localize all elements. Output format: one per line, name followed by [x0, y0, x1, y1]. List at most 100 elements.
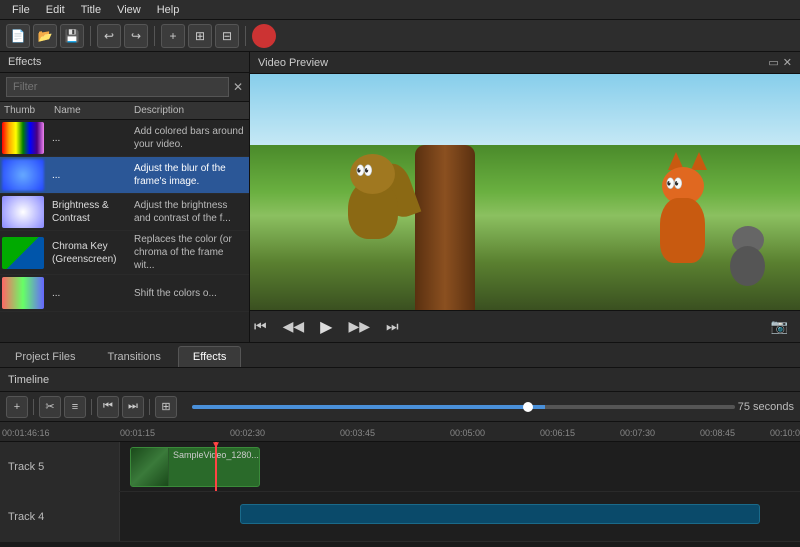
effect-desc-color: Shift the colors o...	[130, 285, 249, 302]
menu-edit[interactable]: Edit	[38, 2, 73, 18]
zoom-slider[interactable]	[192, 405, 735, 409]
filter-box: ✕	[0, 73, 249, 102]
menu-title[interactable]: Title	[73, 2, 109, 18]
ruler-00730: 00:07:30	[620, 428, 655, 438]
col-thumb: Thumb	[4, 105, 54, 116]
preview-header-icons: ▭ ✕	[768, 56, 792, 69]
track-5-content: SampleVideo_1280...	[120, 442, 800, 491]
track-4-content	[120, 492, 800, 541]
tab-effects[interactable]: Effects	[178, 346, 241, 367]
preview-controls: ⏮ ◀◀ ▶ ▶▶ ⏭ 📷	[250, 310, 800, 342]
menu-file[interactable]: File	[4, 2, 38, 18]
scene-sky	[250, 74, 800, 145]
scene-raccoon	[723, 226, 773, 286]
next-frame-button[interactable]: ▶▶	[344, 316, 374, 337]
play-button[interactable]: ▶	[316, 315, 336, 339]
clip-sample-video[interactable]: SampleVideo_1280...	[130, 447, 260, 487]
effect-desc-bars: Add colored bars around your video.	[130, 123, 249, 153]
ruler-00615: 00:06:15	[540, 428, 575, 438]
clip-audio[interactable]	[240, 504, 760, 524]
menu-view[interactable]: View	[109, 2, 149, 18]
tracks-area: Track 5 SampleVideo_1280... Track 4	[0, 442, 800, 542]
preview-video: 👀 👀	[250, 74, 800, 310]
ruler-00115: 00:01:15	[120, 428, 155, 438]
ruler-00345: 00:03:45	[340, 428, 375, 438]
effect-name-blur: ...	[50, 167, 130, 184]
effect-name-chroma: Chroma Key (Greenscreen)	[50, 238, 130, 268]
effect-desc-brightness: Adjust the brightness and contrast of th…	[130, 197, 249, 227]
effect-thumb-brightness	[2, 196, 44, 228]
zoom-handle[interactable]	[523, 402, 533, 412]
timeline-title: Timeline	[8, 374, 49, 386]
preview-panel: Video Preview ▭ ✕ 👀	[250, 52, 800, 342]
tab-transitions[interactable]: Transitions	[93, 346, 176, 367]
menu-help[interactable]: Help	[149, 2, 188, 18]
track-5: Track 5 SampleVideo_1280...	[0, 442, 800, 492]
tab-project-files[interactable]: Project Files	[0, 346, 91, 367]
redo-button[interactable]: ↪	[124, 24, 148, 48]
tl-next-marker[interactable]: ⏭	[122, 396, 144, 418]
tl-cut-button[interactable]: ✂	[39, 396, 61, 418]
effect-desc-chroma: Replaces the color (or chroma of the fra…	[130, 231, 249, 274]
tl-trim-button[interactable]: ≡	[64, 396, 86, 418]
timeline-ruler: 00:01:46:16 00:01:15 00:02:30 00:03:45 0…	[0, 422, 800, 442]
menu-bar: File Edit Title View Help	[0, 0, 800, 20]
effect-thumb-blur	[2, 159, 44, 191]
new-button[interactable]: 📄	[6, 24, 30, 48]
ruler-00845: 00:08:45	[700, 428, 735, 438]
track-4-label: Track 4	[0, 492, 120, 541]
effect-name-brightness: Brightness & Contrast	[50, 197, 130, 227]
undo-button[interactable]: ↩	[97, 24, 121, 48]
preview-close-icon[interactable]: ✕	[783, 56, 792, 69]
effect-desc-blur: Adjust the blur of the frame's image.	[130, 160, 249, 190]
rewind-button[interactable]: ⏮	[250, 316, 271, 337]
tl-sep-3	[149, 399, 150, 415]
record-button[interactable]	[252, 24, 276, 48]
tl-sep-1	[33, 399, 34, 415]
timeline-zoom: 75 seconds	[738, 401, 794, 413]
save-button[interactable]: 💾	[60, 24, 84, 48]
main-toolbar: 📄 📂 💾 ↩ ↪ + ⊞ ⊟	[0, 20, 800, 52]
open-button[interactable]: 📂	[33, 24, 57, 48]
toolbar-separator-3	[245, 26, 246, 46]
track-5-label: Track 5	[0, 442, 120, 491]
current-time-display: 00:01:46:16	[2, 428, 50, 438]
import-button[interactable]: +	[161, 24, 185, 48]
preferences-button[interactable]: ⊟	[215, 24, 239, 48]
export-button[interactable]: ⊞	[188, 24, 212, 48]
tl-fullscreen-button[interactable]: ⊞	[155, 396, 177, 418]
clip-frame-1	[131, 448, 169, 486]
filter-input[interactable]	[6, 77, 229, 97]
scene-tree	[415, 145, 475, 310]
effect-thumb-chroma	[2, 237, 44, 269]
track-4: Track 4	[0, 492, 800, 542]
col-name: Name	[54, 105, 134, 116]
timeline-toolbar: + ✂ ≡ ⏮ ⏭ ⊞ 75 seconds	[0, 392, 800, 422]
effect-color-shift[interactable]: ... Shift the colors o...	[0, 275, 249, 312]
main-content: Effects ✕ Thumb Name Description ... Add…	[0, 52, 800, 342]
squirrel-head: 👀	[350, 154, 395, 194]
tl-add-button[interactable]: +	[6, 396, 28, 418]
snapshot-button[interactable]: 📷	[767, 316, 792, 337]
effect-brightness[interactable]: Brightness & Contrast Adjust the brightn…	[0, 194, 249, 231]
prev-frame-button[interactable]: ◀◀	[279, 316, 309, 337]
toolbar-separator-2	[154, 26, 155, 46]
effect-bars[interactable]: ... Add colored bars around your video.	[0, 120, 249, 157]
tl-sep-2	[91, 399, 92, 415]
timeline: Timeline + ✂ ≡ ⏮ ⏭ ⊞ 75 seconds 00:01:46…	[0, 368, 800, 542]
tl-prev-marker[interactable]: ⏮	[97, 396, 119, 418]
preview-minimize-icon[interactable]: ▭	[768, 56, 778, 69]
fast-forward-button[interactable]: ⏭	[382, 316, 403, 337]
effects-table-header: Thumb Name Description	[0, 102, 249, 120]
scene-fox: 👀	[648, 163, 718, 263]
effect-name-bars: ...	[50, 130, 130, 147]
raccoon-body	[730, 246, 765, 286]
preview-title: Video Preview	[258, 57, 328, 69]
filter-clear-icon[interactable]: ✕	[233, 80, 243, 94]
effect-blur[interactable]: ... Adjust the blur of the frame's image…	[0, 157, 249, 194]
ruler-01000: 00:10:00	[770, 428, 800, 438]
effect-chroma[interactable]: Chroma Key (Greenscreen) Replaces the co…	[0, 231, 249, 275]
effects-panel-title: Effects	[0, 52, 249, 73]
bottom-tabs: Project Files Transitions Effects	[0, 342, 800, 368]
toolbar-separator-1	[90, 26, 91, 46]
